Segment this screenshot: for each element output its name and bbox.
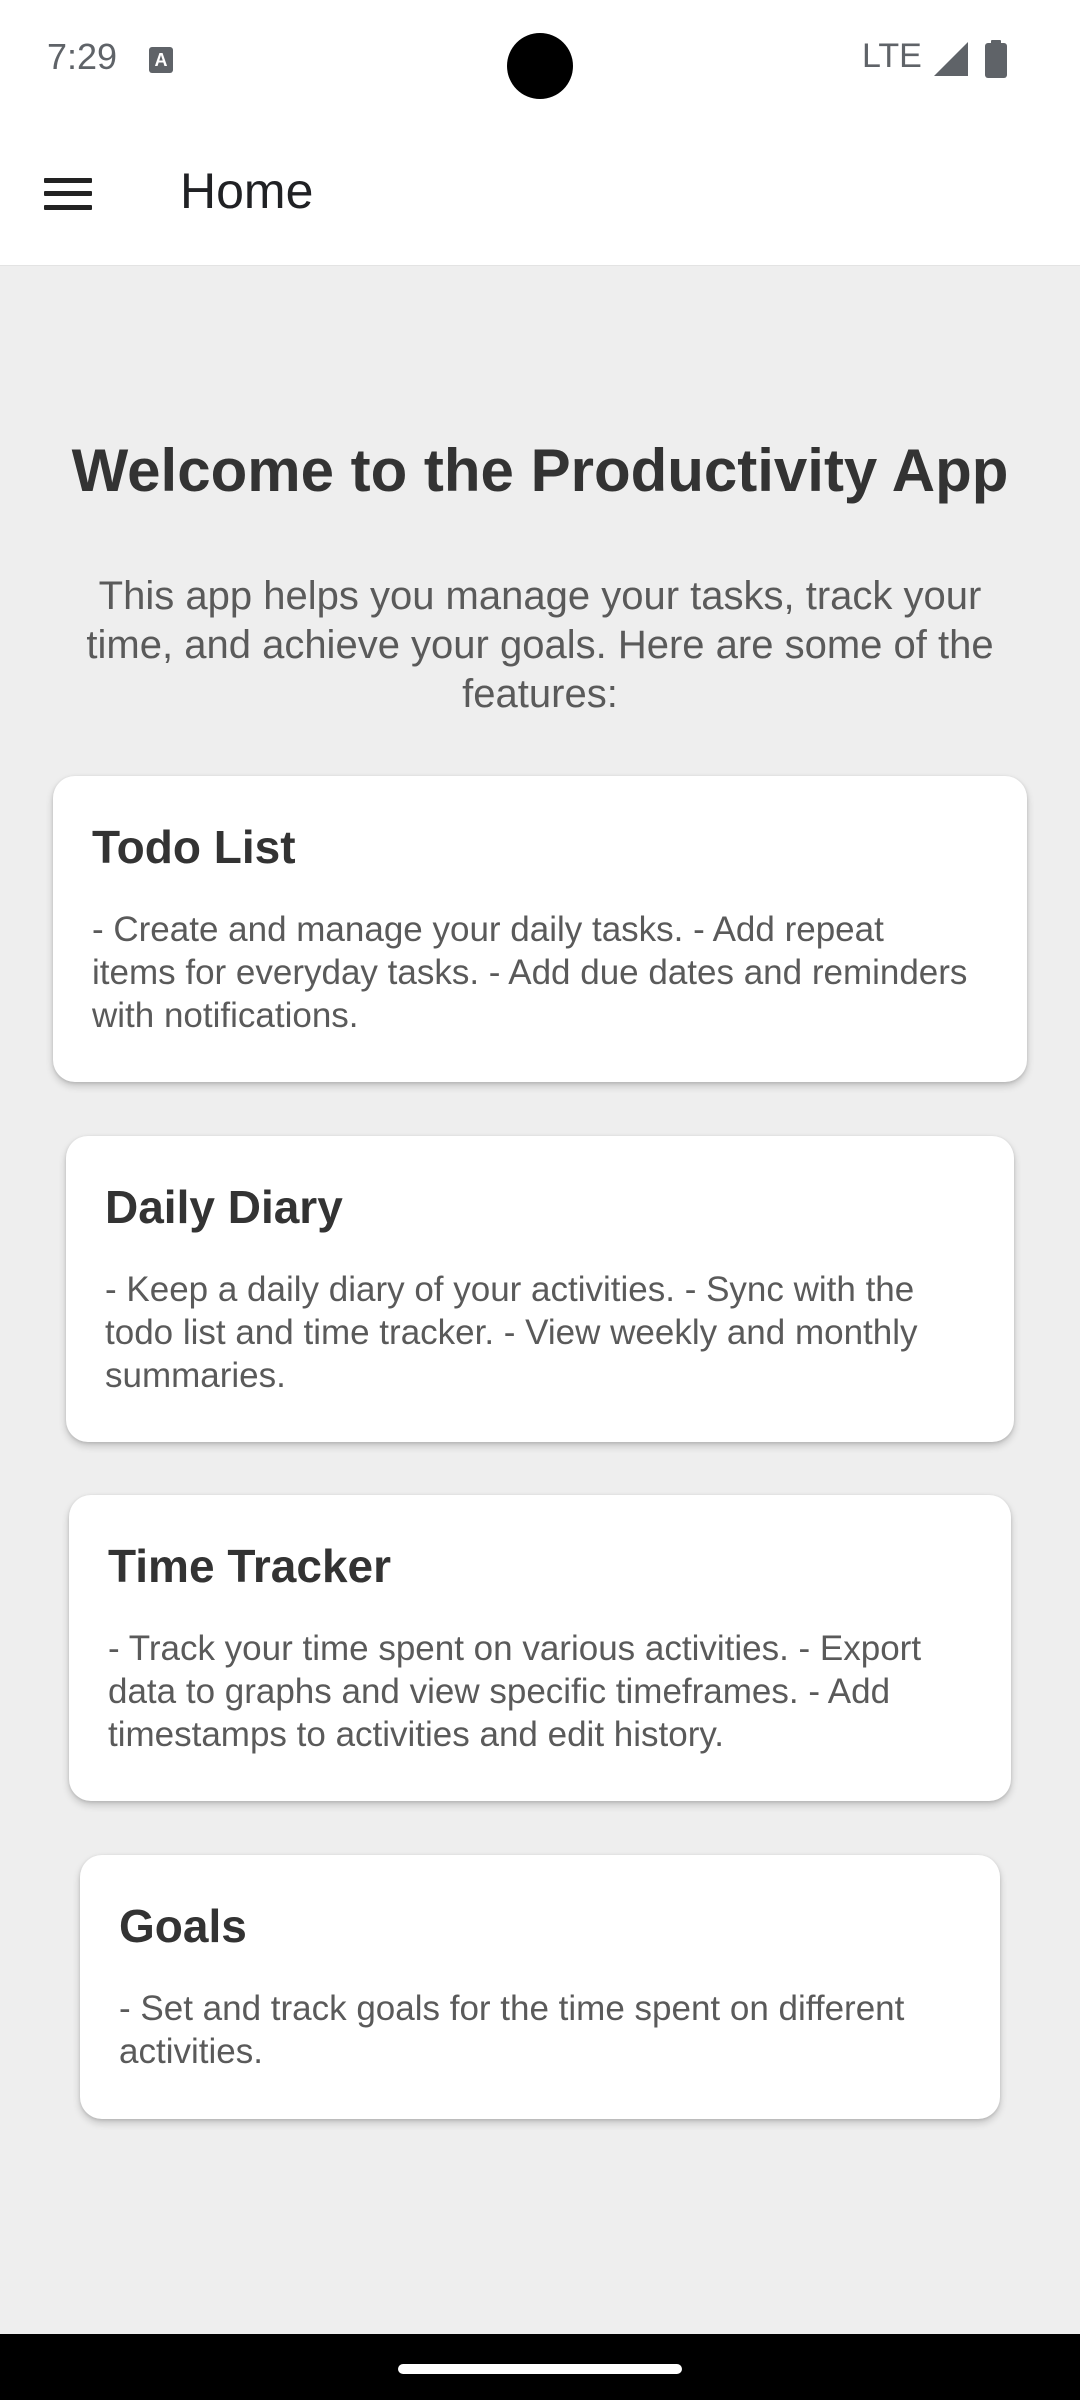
- status-bar: 7:29 A LTE: [0, 0, 1080, 120]
- welcome-title: Welcome to the Productivity App: [71, 437, 1009, 504]
- intro-text: This app helps you manage your tasks, tr…: [86, 574, 994, 716]
- status-time: 7:29: [47, 36, 118, 77]
- card-title: Time Tracker: [108, 1540, 392, 1592]
- signal-icon: [934, 42, 968, 76]
- card-title: Daily Diary: [105, 1181, 343, 1233]
- battery-icon: [985, 40, 1007, 78]
- menu-icon: [44, 178, 92, 210]
- card-title: Todo List: [92, 821, 296, 873]
- card-body: - Track your time spent on various activ…: [108, 1629, 922, 1754]
- page-title: Home: [180, 163, 314, 219]
- menu-button[interactable]: [24, 150, 112, 238]
- home-gesture-handle[interactable]: [398, 2364, 682, 2374]
- network-type: LTE: [862, 37, 922, 75]
- a-icon: A: [149, 47, 173, 73]
- feature-card-goals: Goals - Set and track goals for the time…: [80, 1855, 1000, 2119]
- card-title: Goals: [119, 1900, 247, 1952]
- main-content[interactable]: Welcome to the Productivity App This app…: [0, 266, 1080, 2334]
- card-body: - Create and manage your daily tasks. - …: [92, 910, 968, 1035]
- feature-card-daily-diary: Daily Diary - Keep a daily diary of your…: [66, 1136, 1014, 1442]
- app-bar: Home: [0, 120, 1080, 266]
- navigation-bar: [0, 2334, 1080, 2400]
- feature-card-time-tracker: Time Tracker - Track your time spent on …: [69, 1495, 1011, 1801]
- card-body: - Set and track goals for the time spent…: [119, 1989, 905, 2071]
- feature-card-todo-list: Todo List - Create and manage your daily…: [53, 776, 1027, 1082]
- card-body: - Keep a daily diary of your activities.…: [105, 1270, 918, 1395]
- camera-cutout: [507, 33, 573, 99]
